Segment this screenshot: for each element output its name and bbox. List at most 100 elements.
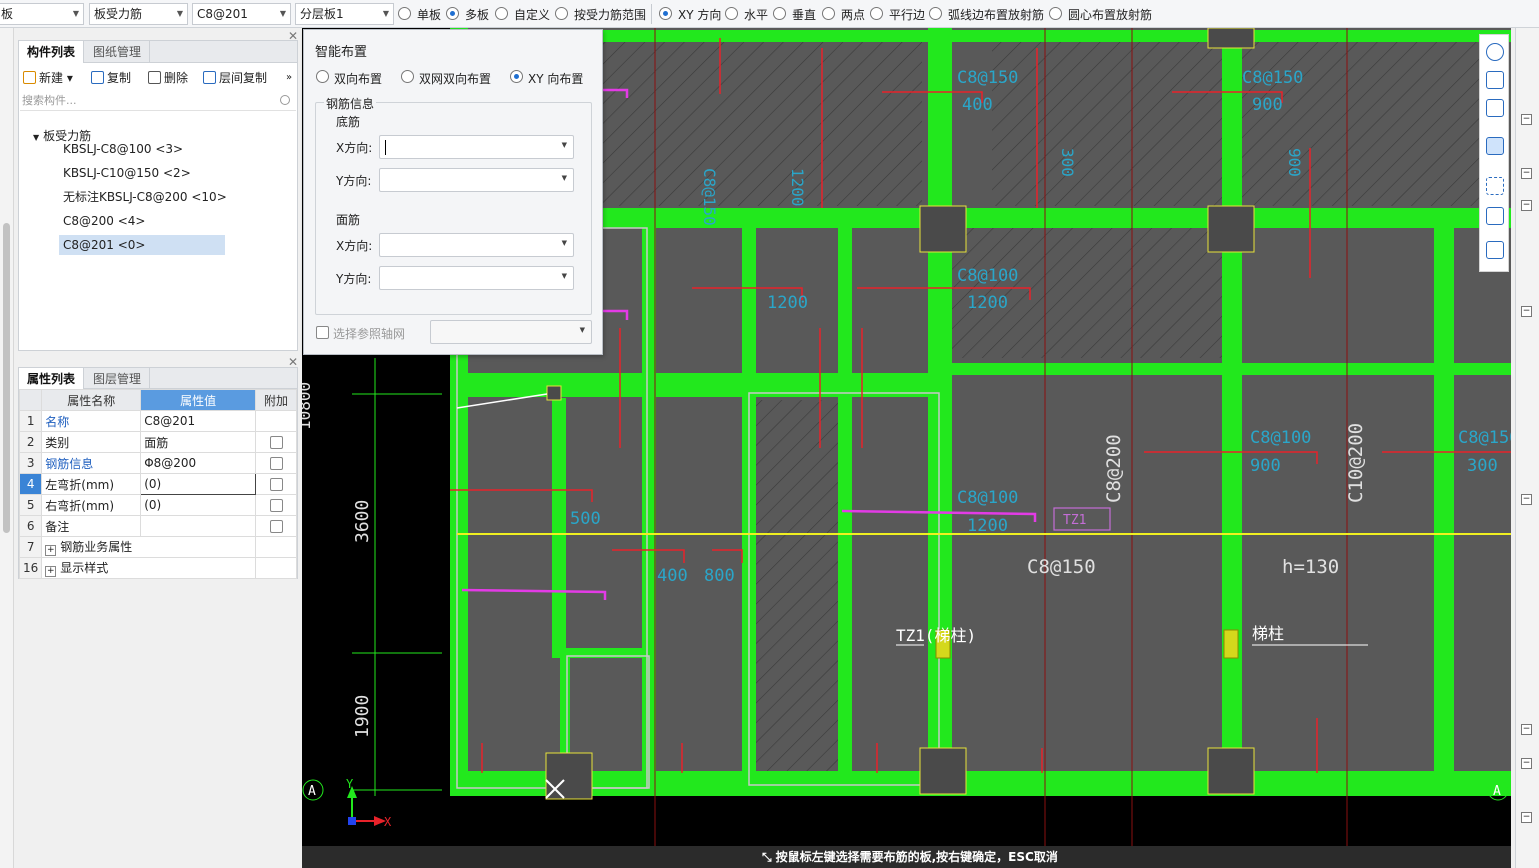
list-item[interactable]: KBSLJ-C8@100 <3> (59, 139, 187, 159)
new-button[interactable]: 新建 ▾ (23, 69, 73, 87)
left-scrollbar[interactable] (0, 28, 14, 868)
prop-group[interactable]: + 钢筋业务属性 (41, 536, 257, 558)
prop-group-label: 钢筋业务属性 (60, 540, 133, 554)
radio-label: 水平 (744, 8, 769, 22)
axis-grid-dropdown[interactable]: ▼ (430, 320, 592, 344)
table-row[interactable]: 3 钢筋信息 Φ8@200 (18, 452, 297, 474)
expand-icon[interactable]: − (1521, 812, 1532, 823)
table-row-selected[interactable]: 4 左弯折(mm) (0) (18, 473, 297, 495)
component-toolbar: 新建 ▾ 复制 删除 层间复制 » (19, 66, 297, 90)
span-label: 800 (704, 566, 735, 586)
span-label: 1200 (767, 293, 808, 313)
tab-component-list[interactable]: 构件列表 (19, 41, 85, 63)
component-combo[interactable]: C8@201 ▼ (192, 3, 291, 25)
span-label: 500 (570, 509, 601, 529)
span-label: 400 (962, 95, 993, 115)
tab-drawing-management[interactable]: 图纸管理 (85, 41, 151, 63)
scrollbar-thumb[interactable] (3, 223, 10, 533)
table-row[interactable]: 6 备注 (18, 515, 297, 537)
expand-icon[interactable]: − (1521, 306, 1532, 317)
extra-checkbox[interactable] (269, 457, 283, 470)
cursor-hint-icon: ⤡ (762, 850, 772, 864)
extra-checkbox[interactable] (269, 499, 283, 512)
slab-label: h=130 (1282, 556, 1339, 578)
layer-copy-button[interactable]: 层间复制 (203, 69, 267, 87)
radio-single-slab[interactable] (398, 7, 411, 20)
expand-icon[interactable]: − (1521, 114, 1532, 125)
expand-icon[interactable]: − (1521, 494, 1532, 505)
table-row-group[interactable]: 7 + 钢筋业务属性 (18, 536, 297, 558)
prop-value[interactable]: C8@201 (140, 410, 257, 432)
tab-property-list[interactable]: 属性列表 (19, 368, 85, 390)
prop-name: 类别 (41, 431, 142, 453)
radio-parallel-edge[interactable] (870, 7, 883, 20)
properties-view-icon[interactable] (1486, 241, 1504, 259)
expand-icon[interactable]: + (45, 566, 57, 577)
tab-layer-management[interactable]: 图层管理 (85, 368, 151, 390)
list-item[interactable]: 无标注KBSLJ-C8@200 <10> (59, 187, 231, 207)
expand-icon[interactable]: − (1521, 168, 1532, 179)
table-row[interactable]: 2 类别 面筋 (18, 431, 297, 453)
collapse-icon[interactable]: ▼ (33, 133, 39, 142)
radio-label: 双网双向布置 (419, 72, 492, 86)
extra-checkbox[interactable] (269, 478, 283, 491)
radio-label: 圆心布置放射筋 (1068, 8, 1153, 22)
radio-custom[interactable] (495, 7, 508, 20)
prop-value[interactable]: (0) (140, 494, 257, 516)
span-label: 400 (657, 566, 688, 586)
cube-icon[interactable] (1486, 99, 1504, 117)
delete-button[interactable]: 删除 (148, 69, 188, 87)
shaded-cube-icon[interactable] (1486, 137, 1504, 155)
bottom-y-dropdown[interactable]: ▼ (379, 168, 574, 192)
fullscreen-icon[interactable] (1486, 177, 1504, 195)
prop-group[interactable]: + 显示样式 (41, 557, 257, 579)
prop-value[interactable]: 面筋 (140, 431, 257, 453)
row-num: 7 (18, 536, 43, 558)
box-select-icon[interactable] (1486, 207, 1504, 225)
prop-extra (255, 452, 297, 474)
expand-icon[interactable]: + (45, 545, 57, 556)
property-tabs: 属性列表 图层管理 (19, 367, 297, 390)
orbit-icon[interactable] (1486, 43, 1504, 61)
axis-grid-checkbox[interactable] (316, 326, 329, 339)
radio-center-radial[interactable] (1049, 7, 1062, 20)
copy-button[interactable]: 复制 (91, 69, 131, 87)
top-x-dropdown[interactable]: ▼ (379, 233, 574, 257)
radio-horizontal[interactable] (725, 7, 738, 20)
radio-vertical[interactable] (773, 7, 786, 20)
layer-combo[interactable]: 分层板1 ▼ (295, 3, 394, 25)
radio-double-net[interactable] (401, 70, 414, 83)
radio-arc-radial[interactable] (929, 7, 942, 20)
expand-icon[interactable]: − (1521, 724, 1532, 735)
prop-value-editor[interactable]: (0) (140, 473, 257, 495)
radio-xy-layout[interactable] (510, 70, 523, 83)
bottom-x-dropdown[interactable]: ▼ (379, 135, 574, 159)
radio-label: XY 方向 (678, 8, 722, 22)
prop-extra (255, 557, 297, 579)
extra-checkbox[interactable] (269, 520, 283, 533)
extra-checkbox[interactable] (269, 436, 283, 449)
component-search-input[interactable]: 搜索构件... (20, 91, 296, 111)
radio-multi-slab[interactable] (446, 7, 459, 20)
search-icon[interactable] (280, 95, 290, 105)
3d-view-icon[interactable] (1486, 71, 1504, 89)
expand-icon[interactable]: − (1521, 758, 1532, 769)
element-type-combo[interactable]: 板 ▼ (0, 3, 84, 25)
radio-bidirectional[interactable] (316, 70, 329, 83)
radio-xy-direction[interactable] (659, 7, 672, 20)
top-y-dropdown[interactable]: ▼ (379, 266, 574, 290)
list-item-selected[interactable]: C8@201 <0> (59, 235, 225, 255)
radio-two-points[interactable] (822, 7, 835, 20)
list-item[interactable]: C8@200 <4> (59, 211, 149, 231)
list-item[interactable]: KBSLJ-C10@150 <2> (59, 163, 195, 183)
radio-rebar-range[interactable] (555, 7, 568, 20)
span-label: 1200 (967, 293, 1008, 313)
table-row[interactable]: 1 名称 C8@201 (18, 410, 297, 432)
table-row-group[interactable]: 16 + 显示样式 (18, 557, 297, 579)
prop-value[interactable] (140, 515, 257, 537)
component-type-combo[interactable]: 板受力筋 ▼ (89, 3, 188, 25)
table-row[interactable]: 5 右弯折(mm) (0) (18, 494, 297, 516)
more-icon[interactable]: » (286, 69, 292, 87)
expand-icon[interactable]: − (1521, 200, 1532, 211)
prop-value[interactable]: Φ8@200 (140, 452, 257, 474)
